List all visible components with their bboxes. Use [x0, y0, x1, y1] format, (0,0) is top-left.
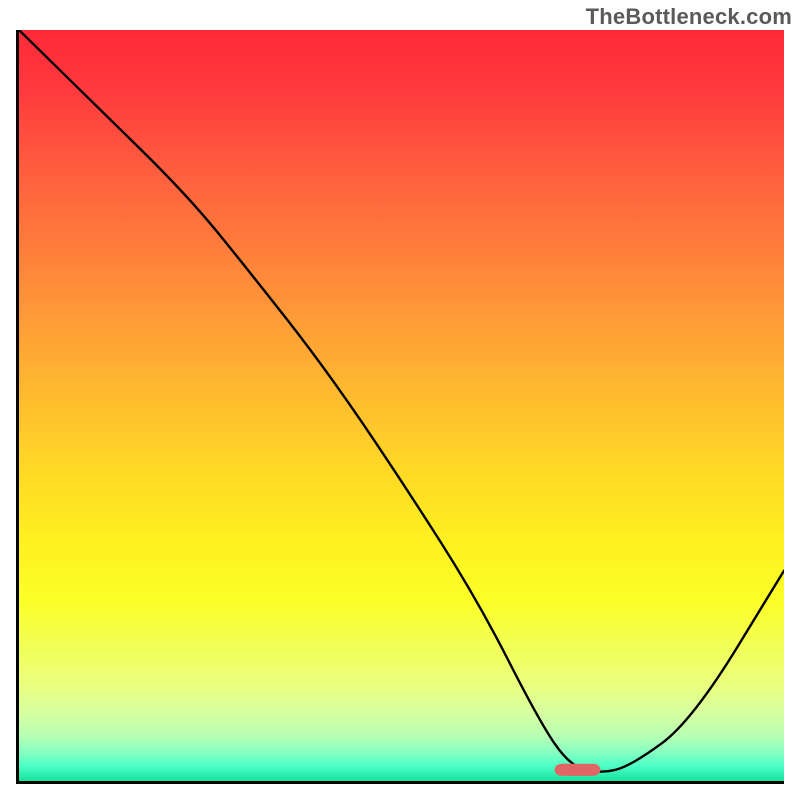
chart-container: TheBottleneck.com	[0, 0, 800, 800]
plot-area	[16, 30, 784, 784]
plot-svg	[19, 30, 784, 781]
watermark-text: TheBottleneck.com	[586, 4, 792, 30]
optimal-marker	[555, 764, 601, 776]
bottleneck-curve	[19, 30, 784, 772]
